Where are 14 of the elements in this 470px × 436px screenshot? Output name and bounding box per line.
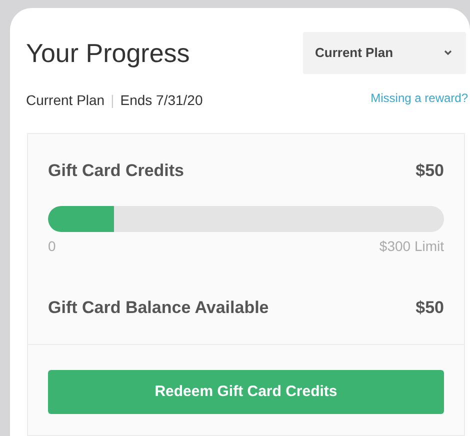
credits-amount: $50 <box>416 160 444 182</box>
plan-name: Current Plan <box>26 91 105 110</box>
balance-amount: $50 <box>416 296 444 318</box>
plan-dropdown[interactable]: Current Plan <box>303 32 466 74</box>
credits-label: Gift Card Credits <box>48 160 184 182</box>
chevron-down-icon <box>444 50 452 56</box>
balance-label: Gift Card Balance Available <box>48 296 269 318</box>
separator: | <box>110 91 114 110</box>
redeem-button[interactable]: Redeem Gift Card Credits <box>48 370 444 414</box>
limit-label: $300 Limit <box>379 236 444 256</box>
min-label: 0 <box>48 236 56 256</box>
missing-reward-link[interactable]: Missing a reward? <box>370 88 468 106</box>
plan-end-date: Ends 7/31/20 <box>120 91 203 110</box>
page-title: Your Progress <box>26 40 190 66</box>
